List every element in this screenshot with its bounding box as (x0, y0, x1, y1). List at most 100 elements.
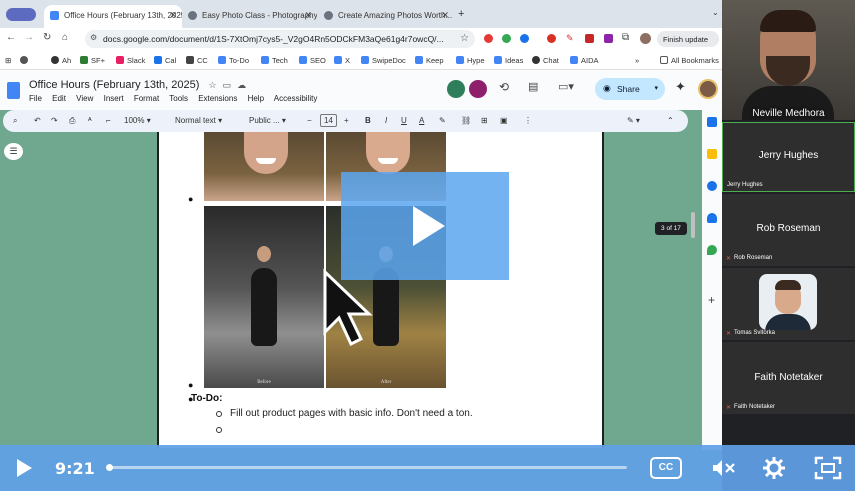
participant-tile[interactable]: Faith Notetaker ✕ Faith Notetaker (722, 342, 855, 414)
bookmark-item[interactable]: SwipeDoc (361, 56, 406, 65)
fullscreen-icon[interactable] (814, 456, 842, 480)
menu-tools[interactable]: Tools (169, 94, 188, 103)
speaker-tile[interactable]: Neville Medhora (722, 0, 855, 120)
bookmark-item[interactable]: Tech (261, 56, 288, 65)
play-overlay-button[interactable] (341, 172, 509, 280)
participant-tile[interactable]: Jerry Hughes Jerry Hughes (722, 122, 855, 192)
home-icon[interactable]: ⌂ (62, 32, 68, 43)
insert-image-icon[interactable]: ▣ (500, 116, 508, 125)
back-icon[interactable]: ← (6, 32, 16, 43)
menu-file[interactable]: File (29, 94, 42, 103)
tab-office-hours[interactable]: Office Hours (February 13th, 2025) ✕ (44, 5, 182, 28)
bookmark-item[interactable]: X (334, 56, 350, 65)
settings-gear-icon[interactable] (762, 456, 786, 480)
bookmark-item[interactable]: Hype (456, 56, 485, 65)
new-tab-button[interactable]: + (458, 8, 464, 20)
keep-icon[interactable] (707, 149, 717, 159)
captions-button[interactable]: CC (650, 457, 682, 479)
close-tab-icon[interactable]: ✕ (304, 10, 312, 21)
editing-mode-icon[interactable]: ✎ ▾ (627, 116, 640, 125)
text-color-icon[interactable]: A (419, 116, 424, 125)
zoom-select[interactable]: 100% ▾ (124, 116, 151, 125)
calendar-icon[interactable] (707, 117, 717, 127)
more-options-icon[interactable]: ⋮ (524, 116, 532, 125)
participant-tile[interactable]: Rob Roseman ✕ Rob Roseman (722, 194, 855, 266)
outline-toggle-icon[interactable]: ☰ (4, 143, 23, 160)
italic-icon[interactable]: I (385, 116, 387, 125)
menu-view[interactable]: View (76, 94, 93, 103)
bookmark-star-icon[interactable]: ☆ (460, 33, 469, 44)
tab-list-chevron-icon[interactable]: ⌄ (712, 8, 719, 17)
undo-icon[interactable]: ↶ (34, 116, 41, 125)
menu-insert[interactable]: Insert (104, 94, 124, 103)
forward-icon[interactable]: → (24, 32, 34, 43)
font-size-field[interactable]: 14 (320, 114, 337, 127)
extension-icon[interactable] (484, 34, 493, 43)
volume-muted-icon[interactable] (711, 457, 737, 479)
add-comment-icon[interactable]: ⊞ (481, 116, 488, 125)
play-button[interactable] (12, 456, 36, 480)
bookmark-item[interactable] (20, 56, 31, 65)
comments-icon[interactable]: ▤ (528, 80, 538, 93)
todo-heading[interactable]: To-Do: (191, 393, 222, 404)
increase-font-size-icon[interactable]: + (344, 116, 349, 125)
menu-extensions[interactable]: Extensions (198, 94, 237, 103)
close-tab-icon[interactable]: ✕ (441, 10, 449, 21)
chevron-down-icon[interactable]: ▾ (654, 84, 658, 92)
participant-tile[interactable]: ✕ Tomas Svitorka (722, 268, 855, 340)
share-button[interactable]: ◉ Share ▾ (595, 78, 665, 100)
print-icon[interactable]: ⎙ (69, 116, 75, 126)
reload-icon[interactable]: ↻ (43, 32, 51, 43)
bookmark-item[interactable]: To-Do (218, 56, 249, 65)
extension-icon[interactable] (520, 34, 529, 43)
bookmark-item[interactable]: SEO (299, 56, 326, 65)
profile-avatar[interactable] (640, 33, 651, 44)
contacts-icon[interactable] (707, 213, 717, 223)
add-addon-icon[interactable]: + (708, 293, 715, 307)
bookmark-item[interactable]: AIDA (570, 56, 599, 65)
more-bookmarks-chevron-icon[interactable]: » (635, 56, 639, 65)
menu-accessibility[interactable]: Accessibility (274, 94, 318, 103)
maps-icon[interactable] (707, 245, 717, 255)
document-title[interactable]: Office Hours (February 13th, 2025) ☆ ▭ ☁ (29, 79, 246, 91)
extension-icon[interactable] (604, 34, 613, 43)
gemini-sparkle-icon[interactable]: ✦ (675, 79, 686, 95)
menu-edit[interactable]: Edit (52, 94, 66, 103)
bookmark-item[interactable]: Slack (116, 56, 145, 65)
bookmark-item[interactable]: SF+ (80, 56, 105, 65)
font-select[interactable]: Public ... ▾ (249, 116, 286, 125)
collapse-chevron-up-icon[interactable]: ⌃ (667, 116, 674, 125)
tab-create-amazing-photos[interactable]: Create Amazing Photos Worth... ✕ (318, 5, 454, 28)
progress-bar[interactable] (106, 464, 627, 471)
pen-extension-icon[interactable]: ✎ (566, 33, 574, 44)
bookmark-item[interactable]: Chat (532, 56, 559, 65)
finish-update-button[interactable]: Finish update (657, 31, 719, 47)
extension-icon[interactable] (502, 34, 511, 43)
bookmark-item[interactable]: Cal (154, 56, 176, 65)
todo-item[interactable]: Fill out product pages with basic info. … (230, 408, 473, 419)
all-bookmarks-folder[interactable]: All Bookmarks (660, 56, 719, 65)
underline-icon[interactable]: U (401, 116, 407, 125)
bookmark-item[interactable]: Ideas (494, 56, 523, 65)
bookmark-item[interactable]: CC (186, 56, 208, 65)
extension-icon[interactable] (585, 34, 594, 43)
meet-camera-icon[interactable]: ▭▾ (558, 80, 574, 93)
extension-icon[interactable] (547, 34, 556, 43)
redo-icon[interactable]: ↷ (51, 116, 58, 125)
close-tab-icon[interactable]: ✕ (169, 10, 177, 21)
style-select[interactable]: Normal text ▾ (175, 116, 222, 125)
star-icon[interactable]: ☆ (208, 80, 216, 90)
menu-format[interactable]: Format (134, 94, 159, 103)
decrease-font-size-icon[interactable]: − (307, 116, 312, 125)
url-field[interactable]: ⚙ docs.google.com/document/d/1S-7XtOmj7c… (85, 30, 475, 48)
bookmark-item[interactable]: Ah (51, 56, 71, 65)
tab-easy-photo-class[interactable]: Easy Photo Class - Photography ✕ (182, 5, 317, 28)
progress-handle[interactable] (106, 464, 113, 471)
tasks-icon[interactable] (707, 181, 717, 191)
highlight-icon[interactable]: ✎ (439, 116, 446, 125)
bold-icon[interactable]: B (365, 116, 371, 125)
puzzle-icon[interactable]: ⧉ (622, 32, 629, 43)
menu-help[interactable]: Help (248, 94, 264, 103)
site-info-icon[interactable]: ⚙ (90, 33, 97, 42)
collaborator-avatar[interactable] (447, 80, 465, 98)
